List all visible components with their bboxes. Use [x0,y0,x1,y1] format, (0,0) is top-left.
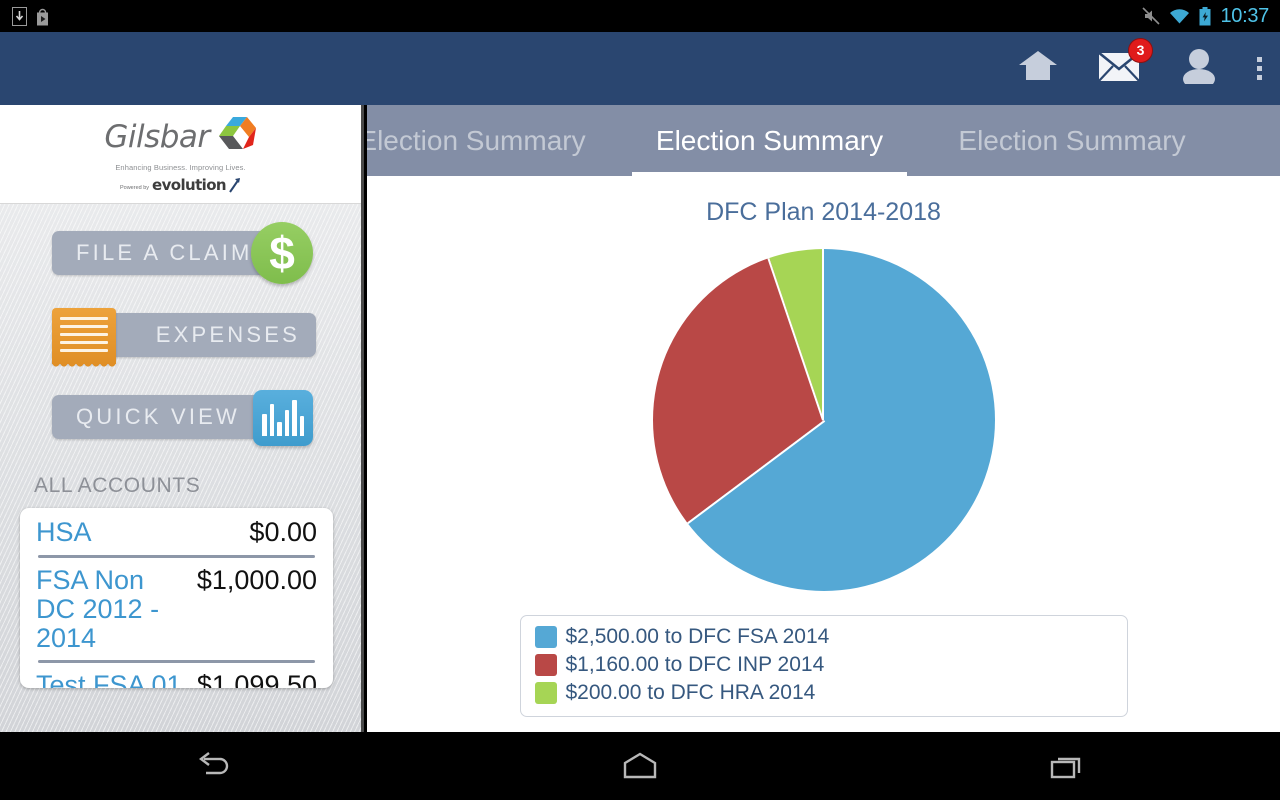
legend-item: $2,500.00 to DFC FSA 2014 [534,625,830,649]
tab-election-summary-current[interactable]: Election Summary [632,105,907,176]
legend-swatch-icon [534,682,557,704]
dollar-icon: $ [251,222,313,284]
wifi-icon [1170,8,1190,23]
receipt-icon [52,308,116,370]
all-accounts-heading: ALL ACCOUNTS [34,474,201,497]
messages-badge: 3 [1128,37,1153,63]
sidebar: Gilsbar Enhancing Business. Improving Li… [0,105,364,732]
legend-label: $1,160.00 to DFC INP 2014 [565,653,825,676]
chart-title: DFC Plan 2014-2018 [706,198,941,226]
android-nav-bar [0,732,1280,800]
account-name: FSA Non DC 2012 - 2014 [36,565,160,654]
quick-view-button[interactable]: QUICK VIEW [0,386,361,448]
android-status-bar: 10:37 [0,0,1280,32]
account-amount: $1,099.50 [196,670,317,688]
expenses-button[interactable]: EXPENSES [0,304,361,370]
account-name: HSA [36,517,92,547]
brand-logo: Gilsbar Enhancing Business. Improving Li… [0,105,361,204]
account-amount: $0.00 [249,517,317,547]
account-amount: $1,000.00 [196,565,317,595]
overflow-dot [1257,66,1262,71]
app-bar-actions: 3 [1017,32,1262,105]
legend-swatch-icon [534,626,557,648]
tab-label: Election Summary [367,124,586,156]
tab-election-summary-previous[interactable]: Election Summary [367,105,632,176]
legend-swatch-icon [534,654,557,676]
logo-tagline: Enhancing Business. Improving Lives. [115,163,246,172]
home-button[interactable] [1017,49,1059,88]
play-store-icon [37,8,48,25]
legend-label: $200.00 to DFC HRA 2014 [565,681,816,704]
recents-icon [1050,757,1080,779]
logo-name: Gilsbar [104,118,210,155]
expenses-label: EXPENSES [155,322,300,347]
home-button[interactable] [585,732,695,800]
back-icon [199,752,229,775]
app-bar: 3 [0,32,1280,105]
expenses-pill: EXPENSES [100,313,316,357]
gilsbar-mark-icon [213,115,257,159]
legend-item: $1,160.00 to DFC INP 2014 [534,653,825,677]
mute-icon [1142,7,1161,25]
legend-item: $200.00 to DFC HRA 2014 [534,681,816,705]
pie-chart [652,249,995,591]
main-content: Election Summary Election Summary Electi… [367,105,1280,732]
status-bar-right-icons: 10:37 [1142,5,1280,28]
account-name: Test FSA 01 [36,670,182,688]
tab-election-summary-next[interactable]: Election Summary [907,105,1237,176]
sidebar-body: FILE A CLAIM $ EXPENSES QUICK VIEW ALL A… [0,204,361,732]
download-icon [12,6,27,26]
quick-view-label: QUICK VIEW [76,404,241,429]
battery-charging-icon [1199,6,1211,25]
recents-button[interactable] [1012,732,1122,800]
status-bar-clock: 10:37 [1220,4,1269,27]
file-a-claim-button[interactable]: FILE A CLAIM $ [0,222,361,284]
chart-legend: $2,500.00 to DFC FSA 2014 $1,160.00 to DF… [519,615,1128,717]
messages-button[interactable]: 3 [1097,37,1153,88]
logo-powered-by: Powered by evolution [120,177,241,193]
account-row-fsa-non-dc[interactable]: FSA Non DC 2012 - 2014 $1,000.00 [36,558,317,660]
back-button[interactable] [158,732,268,800]
evolution-arrow-icon [229,178,241,193]
account-row-hsa[interactable]: HSA $0.00 [36,510,317,555]
profile-icon [1183,49,1215,89]
status-bar-left-icons [0,6,51,26]
powered-by-label: Powered by [119,185,150,191]
account-row-test-fsa-01[interactable]: Test FSA 01 $1,099.50 [36,663,317,688]
tab-bar: Election Summary Election Summary Electi… [367,105,1280,176]
pie-slice-divider [821,249,824,420]
bar-chart-icon [253,390,313,446]
screen: 10:37 3 Gilsbar Enhancing Business. Impr… [0,0,1280,800]
legend-label: $2,500.00 to DFC FSA 2014 [565,625,830,648]
tab-label: Election Summary [958,124,1186,156]
home-icon [623,752,657,779]
overflow-dot [1257,75,1262,80]
overflow-dot [1257,57,1262,62]
evolution-label: evolution [152,176,227,194]
overflow-menu-button[interactable] [1257,57,1262,80]
file-a-claim-label: FILE A CLAIM [76,240,253,265]
home-icon [1019,51,1057,80]
tab-label: Election Summary [655,124,884,156]
logo-wordmark: Gilsbar [104,115,256,159]
profile-button[interactable] [1179,48,1219,89]
accounts-card: HSA $0.00 FSA Non DC 2012 - 2014 $1,000.… [20,508,333,688]
